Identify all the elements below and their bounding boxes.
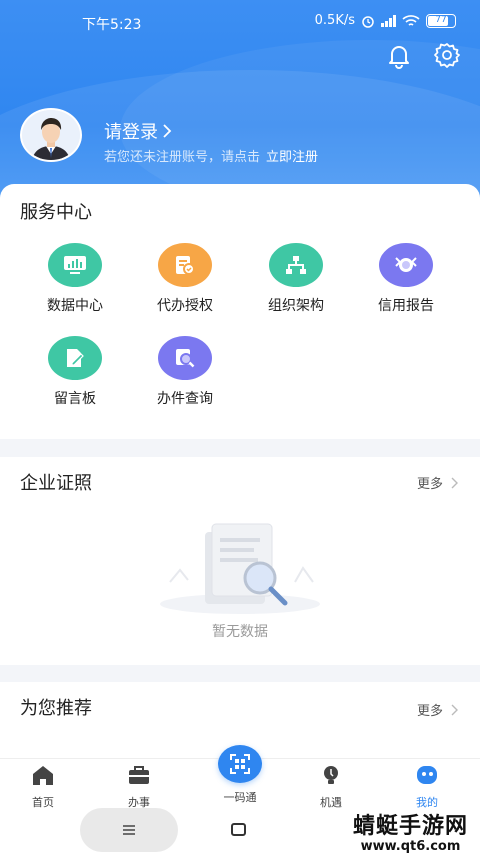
search-document-icon xyxy=(158,336,212,380)
chevron-right-icon xyxy=(451,477,458,488)
user-icon xyxy=(417,766,437,784)
service-item-credit-report[interactable]: 信用报告 xyxy=(351,243,461,315)
service-item-label: 办件查询 xyxy=(157,391,213,407)
login-hint: 若您还未注册账号，请点击 xyxy=(104,150,261,165)
service-item-data-center[interactable]: 数据中心 xyxy=(20,243,130,315)
recommend-title: 为您推荐 xyxy=(20,698,92,719)
service-item-case-search[interactable]: 办件查询 xyxy=(130,336,240,408)
certs-more-link[interactable]: 更多 xyxy=(417,473,458,492)
signal-icon xyxy=(381,14,396,27)
message-board-icon xyxy=(48,336,102,380)
nav-label[interactable]: 一码通 xyxy=(200,789,280,805)
authorize-document-icon xyxy=(158,243,212,287)
briefcase-icon xyxy=(129,766,149,784)
more-label[interactable]: 更多 xyxy=(417,700,443,719)
service-center-title: 服务中心 xyxy=(20,202,92,223)
nav-home[interactable]: 首页 xyxy=(3,763,83,810)
menu-icon xyxy=(123,825,135,835)
lightbulb-icon xyxy=(324,766,338,784)
watermark-brand: 蜻蜓手游网 xyxy=(352,814,468,839)
status-bar: 下午5:23 0.5K/s 77 xyxy=(0,0,480,44)
nav-services[interactable]: 办事 xyxy=(99,763,179,810)
bell-icon[interactable] xyxy=(384,40,414,70)
nav-opportunities[interactable]: 机遇 xyxy=(291,763,371,810)
chevron-right-icon xyxy=(451,704,458,715)
wifi-icon xyxy=(402,14,420,26)
enterprise-certs-card: 企业证照 更多 暂无数据 xyxy=(0,457,480,665)
service-item-org-structure[interactable]: 组织架构 xyxy=(241,243,351,315)
network-speed: 0.5K/s xyxy=(314,13,355,28)
service-item-label: 数据中心 xyxy=(47,298,103,314)
alarm-icon xyxy=(362,15,374,28)
empty-state-illustration xyxy=(160,523,320,614)
watermark-url: www.qt6.com xyxy=(360,839,461,853)
login-hint-row: 若您还未注册账号，请点击 立即注册 xyxy=(104,146,318,165)
avatar[interactable] xyxy=(20,108,82,162)
chart-screen-icon xyxy=(48,243,102,287)
more-label[interactable]: 更多 xyxy=(417,473,443,492)
service-item-label: 组织架构 xyxy=(268,298,324,314)
service-item-label: 留言板 xyxy=(54,391,96,407)
empty-state-text: 暂无数据 xyxy=(212,624,268,640)
home-icon xyxy=(33,766,53,785)
register-link[interactable]: 立即注册 xyxy=(266,150,318,165)
nav-mine[interactable]: 我的 xyxy=(387,763,467,810)
service-item-message-board[interactable]: 留言板 xyxy=(20,336,130,408)
credit-report-icon xyxy=(379,243,433,287)
enterprise-certs-title: 企业证照 xyxy=(20,473,92,494)
service-item-label: 信用报告 xyxy=(378,298,434,314)
chevron-right-icon xyxy=(163,124,172,138)
system-home-button[interactable] xyxy=(231,823,246,836)
gear-icon[interactable] xyxy=(432,40,462,70)
org-chart-icon xyxy=(269,243,323,287)
login-link[interactable]: 请登录 xyxy=(104,118,172,144)
recommend-more-link[interactable]: 更多 xyxy=(417,700,458,719)
watermark: 蜻蜓手游网 www.qt6.com xyxy=(353,816,468,853)
status-time: 下午5:23 xyxy=(82,17,142,33)
service-item-label: 代办授权 xyxy=(157,298,213,314)
service-item-authorization[interactable]: 代办授权 xyxy=(130,243,240,315)
service-center-card: 服务中心 数据中心 代办授权 组织架构 信用报告 留言板 办件查询 xyxy=(0,184,480,439)
status-indicators: 0.5K/s 77 xyxy=(315,13,456,28)
login-title[interactable]: 请登录 xyxy=(104,118,158,144)
battery-icon: 77 xyxy=(426,13,456,28)
qr-code-icon xyxy=(230,754,250,774)
nav-qr-code-button[interactable] xyxy=(218,745,262,783)
bottom-nav: 首页 办事 一码通 机遇 我的 xyxy=(0,745,480,810)
system-menu-button[interactable] xyxy=(80,808,178,852)
